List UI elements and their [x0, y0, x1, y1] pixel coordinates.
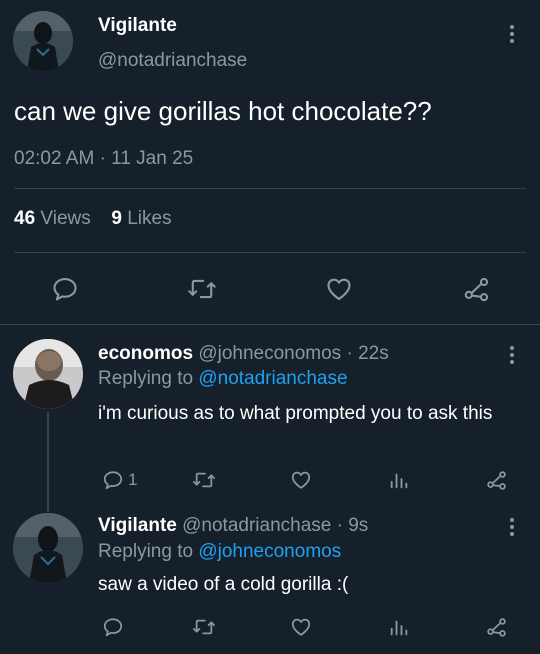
divider: [14, 188, 526, 189]
reply-age: 22s: [358, 343, 389, 364]
share-icon[interactable]: [486, 469, 508, 491]
like-icon[interactable]: [290, 616, 312, 638]
more-icon[interactable]: [503, 518, 521, 536]
reply-text: i'm curious as to what prompted you to a…: [98, 403, 493, 424]
replying-to-label: Replying to: [98, 541, 194, 562]
avatar[interactable]: [13, 513, 83, 583]
engagement-stats: 46 Views 9 Likes: [14, 208, 172, 230]
views-icon[interactable]: [388, 469, 410, 491]
like-icon[interactable]: [290, 469, 312, 491]
avatar-image: [13, 11, 73, 71]
display-name[interactable]: economos: [98, 343, 193, 364]
handle[interactable]: @notadrianchase: [98, 50, 247, 72]
separator-dot: ·: [336, 515, 343, 536]
avatar-image: [13, 513, 83, 583]
avatar-image: [13, 339, 83, 409]
tweet-time: 02:02 AM: [14, 148, 95, 169]
replying-to-label: Replying to: [98, 368, 194, 389]
reply-header: Vigilante @notadrianchase · 9s: [98, 515, 368, 537]
retweet-icon[interactable]: [192, 469, 216, 491]
replying-to-handle[interactable]: @notadrianchase: [198, 368, 347, 389]
more-icon[interactable]: [503, 25, 521, 43]
more-icon[interactable]: [503, 346, 521, 364]
views-count[interactable]: 46: [14, 208, 35, 229]
replying-to: Replying to @notadrianchase: [98, 368, 348, 390]
share-icon[interactable]: [463, 275, 491, 303]
views-icon[interactable]: [388, 616, 410, 638]
divider: [0, 324, 540, 325]
like-icon[interactable]: [325, 275, 353, 303]
reply-count: 1: [128, 470, 138, 489]
retweet-icon[interactable]: [187, 275, 217, 303]
retweet-icon[interactable]: [192, 616, 216, 638]
separator-dot: ·: [99, 148, 106, 169]
tweet-text: can we give gorillas hot chocolate??: [14, 96, 432, 126]
timestamp: 02:02 AM · 11 Jan 25: [14, 148, 193, 170]
handle[interactable]: @johneconomos: [198, 343, 341, 364]
avatar[interactable]: [13, 11, 73, 71]
reply-icon[interactable]: [51, 275, 79, 303]
handle[interactable]: @notadrianchase: [182, 515, 331, 536]
divider: [14, 252, 526, 253]
views-label[interactable]: Views: [40, 208, 90, 229]
replying-to: Replying to @johneconomos: [98, 541, 341, 563]
tweet-date: 11 Jan 25: [111, 148, 194, 169]
share-icon[interactable]: [486, 616, 508, 638]
avatar[interactable]: [13, 339, 83, 409]
likes-label[interactable]: Likes: [127, 208, 171, 229]
reply-header: economos @johneconomos · 22s: [98, 343, 389, 365]
display-name[interactable]: Vigilante: [98, 15, 177, 37]
display-name[interactable]: Vigilante: [98, 515, 177, 536]
separator-dot: ·: [346, 343, 353, 364]
likes-count[interactable]: 9: [111, 208, 122, 229]
reply-icon[interactable]: [102, 616, 124, 638]
replying-to-handle[interactable]: @johneconomos: [198, 541, 341, 562]
reply-text: saw a video of a cold gorilla :(: [98, 574, 349, 595]
reply-age: 9s: [348, 515, 369, 536]
reply-icon: [103, 471, 123, 490]
thread-line: [47, 412, 49, 512]
reply-button[interactable]: 1: [102, 469, 137, 491]
